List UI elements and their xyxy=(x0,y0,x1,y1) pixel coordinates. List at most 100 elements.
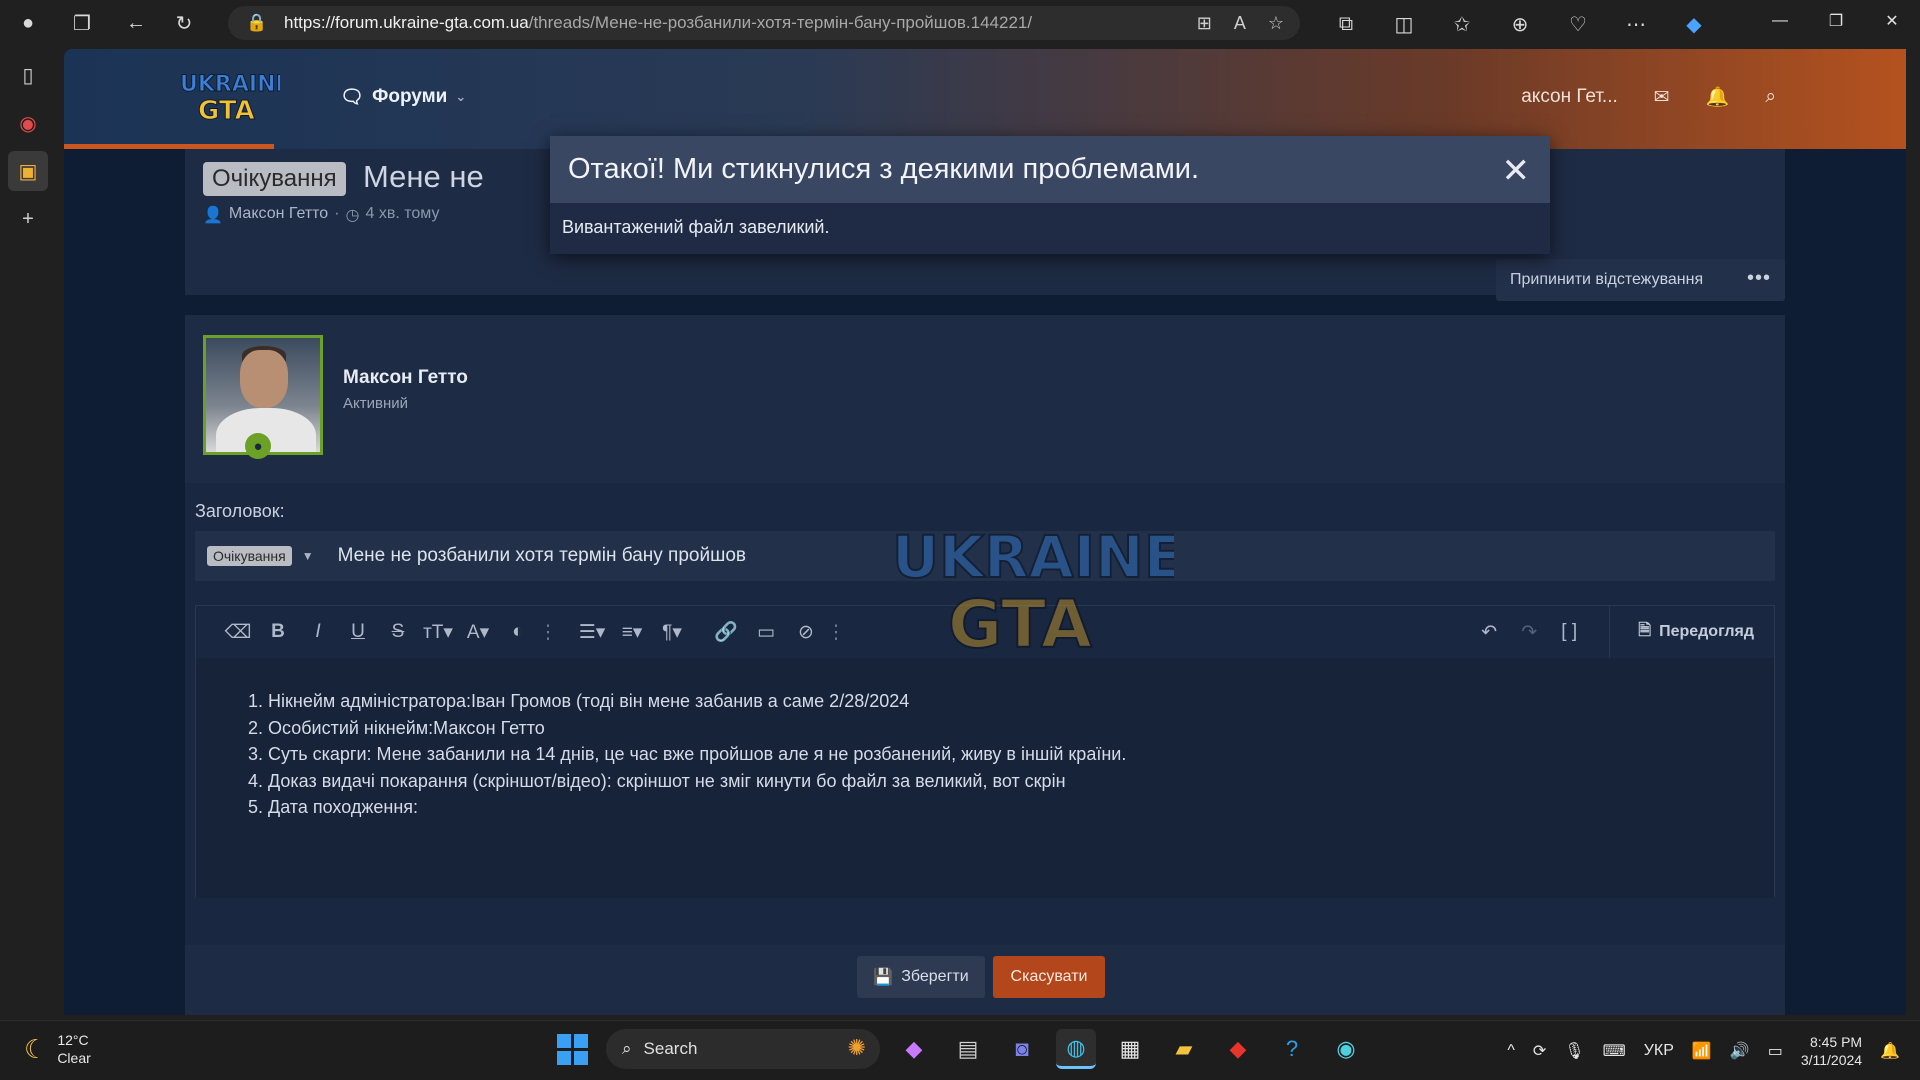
address-bar[interactable]: 🔒 https://forum.ukraine-gta.com.ua /thre… xyxy=(228,6,1300,40)
font-color-icon[interactable]: A▾ xyxy=(458,621,498,644)
list-icon[interactable]: ☰▾ xyxy=(572,621,612,644)
close-icon[interactable]: ✕ xyxy=(1502,151,1531,191)
help-app-icon[interactable]: ? xyxy=(1272,1029,1312,1069)
file-explorer-icon[interactable]: ▰ xyxy=(1164,1029,1204,1069)
chevron-up-icon[interactable]: ^ xyxy=(1507,1042,1515,1060)
new-tab-icon[interactable]: + xyxy=(8,199,48,239)
menu-more-icon[interactable]: ⋯ xyxy=(1616,4,1656,44)
header-user-area: аксон Гет... ✉ 🔔 ⌕ xyxy=(1521,85,1776,109)
italic-icon[interactable]: I xyxy=(298,621,338,643)
undo-icon[interactable]: ↶ xyxy=(1469,621,1509,644)
volume-icon[interactable]: 🔊 xyxy=(1730,1041,1750,1061)
close-window-icon[interactable]: ✕ xyxy=(1864,0,1920,42)
tab-record-icon[interactable]: ◉ xyxy=(8,103,48,143)
sync-icon[interactable]: ⟳ xyxy=(1533,1041,1546,1061)
align-icon[interactable]: ≡▾ xyxy=(612,621,652,644)
wifi-icon[interactable]: 📶 xyxy=(1692,1041,1712,1061)
tab-forum-icon[interactable]: ▣ xyxy=(8,151,48,191)
thread-author[interactable]: Максон Гетто xyxy=(229,205,328,225)
post-username[interactable]: Максон Гетто xyxy=(343,367,468,389)
paragraph-icon[interactable]: ¶▾ xyxy=(652,621,692,644)
editor-body[interactable]: Нікнейм адміністратора:Іван Громов (тоді… xyxy=(196,658,1774,898)
redo-icon[interactable]: ↷ xyxy=(1509,621,1549,644)
copilot-icon[interactable]: ◆ xyxy=(1674,4,1714,44)
tab-actions-icon[interactable]: ▯ xyxy=(8,55,48,95)
edge-browser-icon[interactable]: ◍ xyxy=(1056,1029,1096,1069)
lock-icon: 🔒 xyxy=(246,13,268,32)
strikethrough-icon[interactable]: S xyxy=(378,621,418,643)
read-aloud-icon[interactable]: A xyxy=(1234,13,1246,34)
inbox-icon[interactable]: ✉ xyxy=(1654,86,1670,109)
apps-icon[interactable]: ⊞ xyxy=(1197,13,1212,34)
cancel-button[interactable]: Скасувати xyxy=(993,956,1105,998)
profile-icon[interactable]: ● xyxy=(8,4,48,44)
bold-icon[interactable]: B xyxy=(258,621,298,643)
user-icon: 👤 xyxy=(203,207,223,224)
prefix-select[interactable]: Очікування xyxy=(207,546,292,566)
taskbar-apps: ⌕ Search ✺ ◆ ▤ ◙ ◍ ▦ ▰ ◆ ? ◉ xyxy=(552,1029,1366,1069)
back-icon[interactable]: ← xyxy=(116,4,156,44)
header-username[interactable]: аксон Гет... xyxy=(1521,86,1618,108)
fullscreen-icon[interactable]: [ ] xyxy=(1549,621,1589,643)
more-options-icon[interactable]: ••• xyxy=(1747,267,1771,290)
notification-bell-icon[interactable]: 🔔 xyxy=(1880,1041,1900,1061)
workspaces-icon[interactable]: ❐ xyxy=(62,4,102,44)
title-field-label: Заголовок: xyxy=(195,501,285,521)
battery-icon[interactable]: ▭ xyxy=(1768,1041,1783,1061)
thread-prefix-badge[interactable]: Очікування xyxy=(203,162,346,196)
eraser-icon[interactable]: ⌫ xyxy=(218,621,258,644)
restore-icon[interactable]: ❐ xyxy=(1808,0,1864,42)
minimize-icon[interactable]: — xyxy=(1752,0,1808,42)
font-size-icon[interactable]: тT▾ xyxy=(418,621,458,644)
extensions-icon[interactable]: ⧉ xyxy=(1326,4,1366,44)
split-screen-icon[interactable]: ◫ xyxy=(1384,4,1424,44)
windows-start-icon[interactable] xyxy=(552,1029,592,1069)
browser-titlebar: ● ❐ ← ↻ 🔒 https://forum.ukraine-gta.com.… xyxy=(0,0,1920,47)
site-logo[interactable]: UKRAINE GTA xyxy=(176,67,281,126)
system-tray: ^ ⟳ 🎙 ⌨ УКР 📶 🔊 ▭ 8:45 PM 3/11/2024 🔔 xyxy=(1507,1021,1900,1080)
vertical-tabs: ▯ ◉ ▣ + xyxy=(0,47,56,1019)
preview-button[interactable]: 🗎 Передогляд xyxy=(1609,606,1774,658)
task-view-icon[interactable]: ▤ xyxy=(948,1029,988,1069)
list-item: Суть скарги: Мене забанили на 14 днів, ц… xyxy=(268,741,1774,768)
favorites-icon[interactable]: ✩ xyxy=(1442,4,1482,44)
complaint-list: Нікнейм адміністратора:Іван Громов (тоді… xyxy=(248,688,1774,821)
unwatch-button[interactable]: Припинити відстежування ••• xyxy=(1496,259,1785,301)
list-item: Доказ видачі покарання (скріншот/відео):… xyxy=(268,768,1774,795)
store-icon[interactable]: ▦ xyxy=(1110,1029,1150,1069)
caret-down-icon[interactable]: ▼ xyxy=(302,549,314,563)
collections-icon[interactable]: ⊕ xyxy=(1500,4,1540,44)
search-icon[interactable]: ⌕ xyxy=(1765,86,1776,108)
link-icon[interactable]: 🔗 xyxy=(706,620,746,644)
toolbar-more-icon[interactable]: ⋮ xyxy=(538,621,558,644)
keyboard-icon[interactable]: ⌨ xyxy=(1603,1041,1626,1061)
language-indicator[interactable]: УКР xyxy=(1644,1042,1674,1060)
red-diamond-app-icon[interactable]: ◆ xyxy=(1218,1029,1258,1069)
chevron-down-icon: ⌄ xyxy=(455,89,467,104)
palette-icon[interactable]: ◐ xyxy=(498,621,538,643)
nav-forums[interactable]: 🗨 Форуми ⌄ xyxy=(340,85,466,109)
thread-time[interactable]: 4 хв. тому xyxy=(366,205,440,225)
weather-widget[interactable]: ☾ 12°C Clear xyxy=(24,1031,91,1067)
save-button[interactable]: 💾 Зберегти xyxy=(857,956,985,998)
refresh-icon[interactable]: ↻ xyxy=(164,4,204,44)
cyan-app-icon[interactable]: ◉ xyxy=(1326,1029,1366,1069)
microphone-icon[interactable]: 🎙 xyxy=(1564,1041,1584,1061)
copilot-app-icon[interactable]: ◆ xyxy=(894,1029,934,1069)
error-message: Вивантажений файл завеликий. xyxy=(562,217,830,237)
taskbar-search[interactable]: ⌕ Search ✺ xyxy=(606,1029,880,1069)
teams-chat-icon[interactable]: ◙ xyxy=(1002,1029,1042,1069)
image-icon[interactable]: ▭ xyxy=(746,621,786,644)
error-dialog-header: Отакої! Ми стикнулися з деякими проблема… xyxy=(550,136,1550,203)
svg-text:GTA: GTA xyxy=(948,586,1092,659)
performance-icon[interactable]: ♡ xyxy=(1558,4,1598,44)
user-title: Активний xyxy=(343,395,408,412)
toolbar-more-icon-2[interactable]: ⋮ xyxy=(826,621,846,644)
clock[interactable]: 8:45 PM 3/11/2024 xyxy=(1801,1033,1862,1069)
bell-icon[interactable]: 🔔 xyxy=(1706,85,1730,109)
favorite-star-icon[interactable]: ☆ xyxy=(1268,13,1284,34)
spoiler-hide-icon[interactable]: ⊘ xyxy=(786,621,826,644)
title-value[interactable]: Мене не розбанили хотя термін бану пройш… xyxy=(338,545,746,567)
underline-icon[interactable]: U xyxy=(338,621,378,643)
moon-icon: ☾ xyxy=(24,1033,48,1064)
